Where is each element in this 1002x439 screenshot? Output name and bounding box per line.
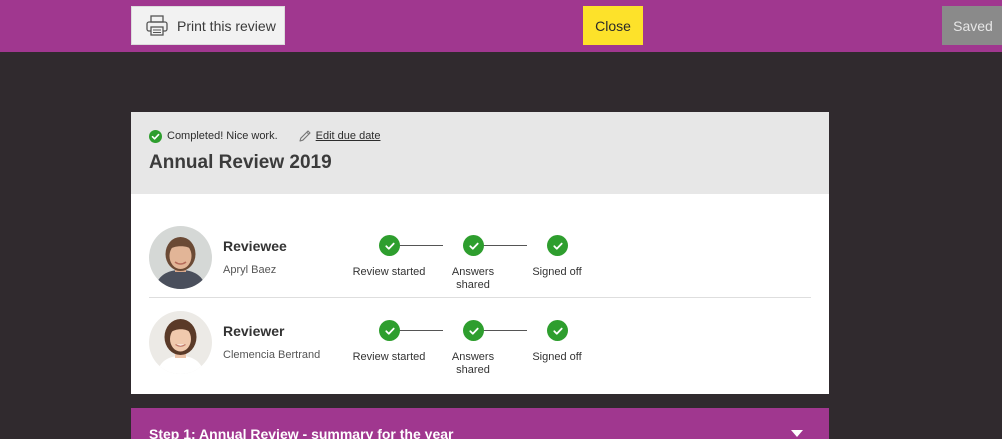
step-complete-checkmark-icon	[547, 235, 568, 256]
reviewer-avatar	[149, 311, 212, 374]
step-label: Answers shared	[451, 266, 495, 291]
step-complete-checkmark-icon	[379, 235, 400, 256]
reviewee-progress-steps: Review started Answers shared Signed off	[349, 235, 589, 295]
step-label: Answers shared	[451, 351, 495, 376]
chevron-down-icon	[791, 430, 803, 437]
step-label: Review started	[352, 266, 426, 278]
participant-name: Clemencia Bertrand	[223, 349, 321, 361]
review-summary-card: Completed! Nice work. Edit due date Annu…	[131, 112, 829, 394]
print-review-label: Print this review	[177, 17, 276, 34]
step-label: Signed off	[532, 266, 582, 278]
printer-icon	[145, 14, 169, 37]
step-complete-checkmark-icon	[463, 320, 484, 341]
step-complete-checkmark-icon	[463, 235, 484, 256]
edit-due-date-link[interactable]: Edit due date	[316, 130, 381, 142]
step-label: Signed off	[532, 351, 582, 363]
review-header: Completed! Nice work. Edit due date Annu…	[131, 112, 829, 194]
top-toolbar: Print this review Close Saved	[0, 0, 1002, 52]
step-complete-checkmark-icon	[379, 320, 400, 341]
section-step-1-title: Step 1: Annual Review - summary for the …	[149, 426, 454, 439]
participant-name: Apryl Baez	[223, 264, 277, 276]
close-button[interactable]: Close	[583, 6, 643, 45]
reviewer-row: Reviewer Clemencia Bertrand Review start…	[131, 298, 829, 390]
participant-role: Reviewee	[223, 238, 287, 254]
participant-role: Reviewer	[223, 323, 285, 339]
section-step-1-toggle[interactable]: Step 1: Annual Review - summary for the …	[131, 408, 829, 439]
completion-status-text: Completed! Nice work.	[167, 130, 278, 142]
check-circle-icon	[149, 129, 162, 143]
reviewee-row: Reviewee Apryl Baez Review started Answe…	[131, 205, 829, 297]
print-review-button[interactable]: Print this review	[131, 6, 285, 45]
review-title: Annual Review 2019	[149, 152, 332, 173]
step-label: Review started	[352, 351, 426, 363]
review-status-line: Completed! Nice work. Edit due date	[149, 129, 811, 143]
step-complete-checkmark-icon	[547, 320, 568, 341]
reviewer-progress-steps: Review started Answers shared Signed off	[349, 320, 589, 380]
pencil-icon	[298, 129, 312, 143]
reviewee-avatar	[149, 226, 212, 289]
saved-button[interactable]: Saved	[942, 6, 1002, 45]
